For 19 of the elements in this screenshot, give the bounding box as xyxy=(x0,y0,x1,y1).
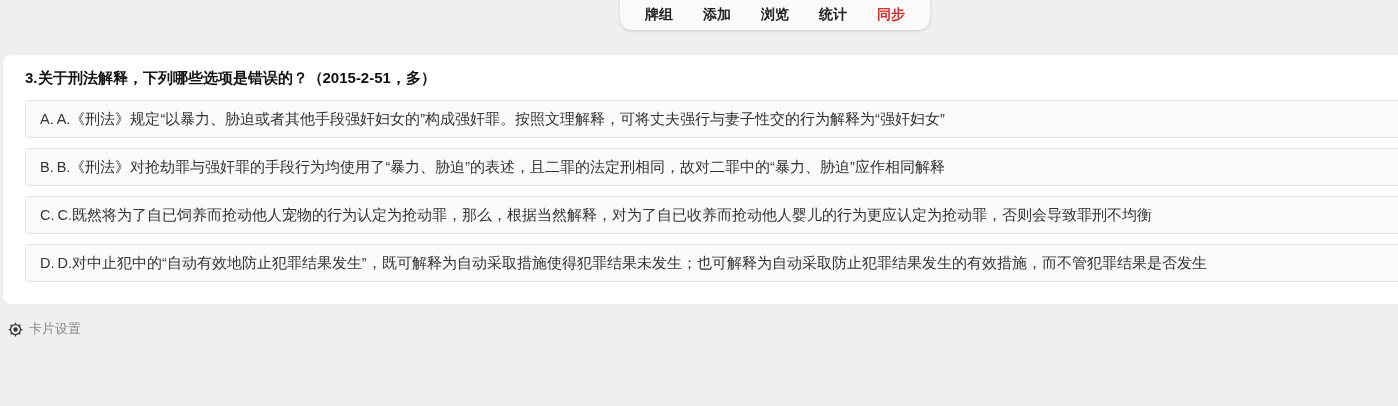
answer-option[interactable]: A. A.《刑法》规定“以暴力、胁迫或者其他手段强奸妇女的”构成强奸罪。按照文理解释，可将丈夫强行与妻子性交的行为解释为“强奸妇女” xyxy=(25,100,1398,138)
nav-link[interactable]: 同步 xyxy=(862,6,920,24)
option-letter: B. xyxy=(40,159,54,175)
option-text: B.《刑法》对抢劫罪与强奸罪的手段行为均使用了“暴力、胁迫”的表述，且二罪的法定刑相同，故对二罪中的“暴力、胁迫”应作相同解释 xyxy=(56,157,945,177)
answer-option[interactable]: C. C.既然将为了自已饲养而抢动他人宠物的行为认定为抢动罪，那么，根据当然解释，对为了自已收养而抢动他人婴儿的行为更应认定为抢动罪，否则会导致罪刑不均衡 xyxy=(25,196,1398,234)
option-letter: D. xyxy=(40,255,55,271)
nav-link[interactable]: 统计 xyxy=(804,6,862,24)
option-letter: C. xyxy=(40,207,55,223)
answer-option[interactable]: D. D.对中止犯中的“自动有效地防止犯罪结果发生”，既可解释为自动采取措施使得犯罪结果未发生；也可解释为自动采取防止犯罪结果发生的有效措施，而不管犯罪结果是否发生 xyxy=(25,244,1398,282)
option-letter: A. xyxy=(40,111,54,127)
question-title: 3.关于刑法解释，下列哪些选项是错误的？（2015-2-51，多） xyxy=(25,69,437,88)
nav-link[interactable]: 浏览 xyxy=(746,6,804,24)
option-text: C.既然将为了自已饲养而抢动他人宠物的行为认定为抢动罪，那么，根据当然解释，对为了自已收养而抢动他人婴儿的行为更应认定为抢动罪，否则会导致罪刑不均衡 xyxy=(57,205,1152,225)
option-text: D.对中止犯中的“自动有效地防止犯罪结果发生”，既可解释为自动采取措施使得犯罪结果未发生；也可解释为自动采取防止犯罪结果发生的有效措施，而不管犯罪结果是否发生 xyxy=(57,253,1207,273)
answer-option[interactable]: B. B.《刑法》对抢劫罪与强奸罪的手段行为均使用了“暴力、胁迫”的表述，且二罪的法定刑相同，故对二罪中的“暴力、胁迫”应作相同解释 xyxy=(25,148,1398,186)
nav-link[interactable]: 添加 xyxy=(688,6,746,24)
settings-icon[interactable] xyxy=(8,321,23,337)
option-text: A.《刑法》规定“以暴力、胁迫或者其他手段强奸妇女的”构成强奸罪。按照文理解释，可将丈夫强行与妻子性交的行为解释为“强奸妇女” xyxy=(56,109,945,129)
nav-link[interactable]: 牌组 xyxy=(630,6,688,24)
